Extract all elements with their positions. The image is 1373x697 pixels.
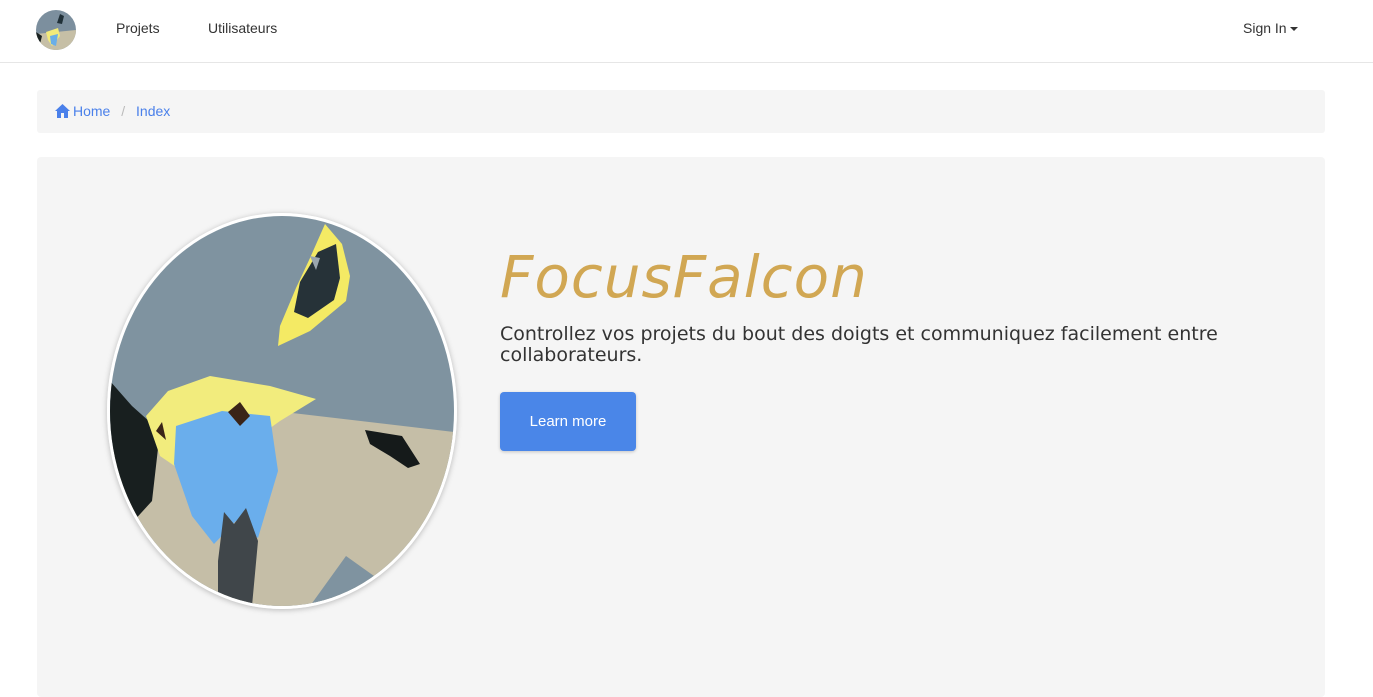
breadcrumb-current: Index xyxy=(136,103,171,119)
nav-link-projets[interactable]: Projets xyxy=(116,20,160,36)
sign-in-dropdown[interactable]: Sign In xyxy=(1243,20,1298,36)
hero-section: FocusFalcon Controllez vos projets du bo… xyxy=(37,157,1325,697)
falcon-logo-icon[interactable] xyxy=(36,10,76,50)
sign-in-label: Sign In xyxy=(1243,20,1287,36)
home-icon xyxy=(55,104,70,118)
breadcrumb-home-label: Home xyxy=(73,103,111,119)
nav-link-utilisateurs[interactable]: Utilisateurs xyxy=(208,20,277,36)
breadcrumb-separator: / xyxy=(121,103,126,119)
hero-title: FocusFalcon xyxy=(500,243,868,311)
caret-down-icon xyxy=(1289,27,1298,31)
navbar: Projets Utilisateurs Sign In xyxy=(0,0,1373,63)
breadcrumb-home-link[interactable]: Home xyxy=(55,103,114,119)
falcon-illustration xyxy=(107,213,457,609)
breadcrumb: Home / Index xyxy=(37,90,1325,133)
learn-more-button[interactable]: Learn more xyxy=(500,392,636,451)
hero-description: Controllez vos projets du bout des doigt… xyxy=(500,323,1218,366)
